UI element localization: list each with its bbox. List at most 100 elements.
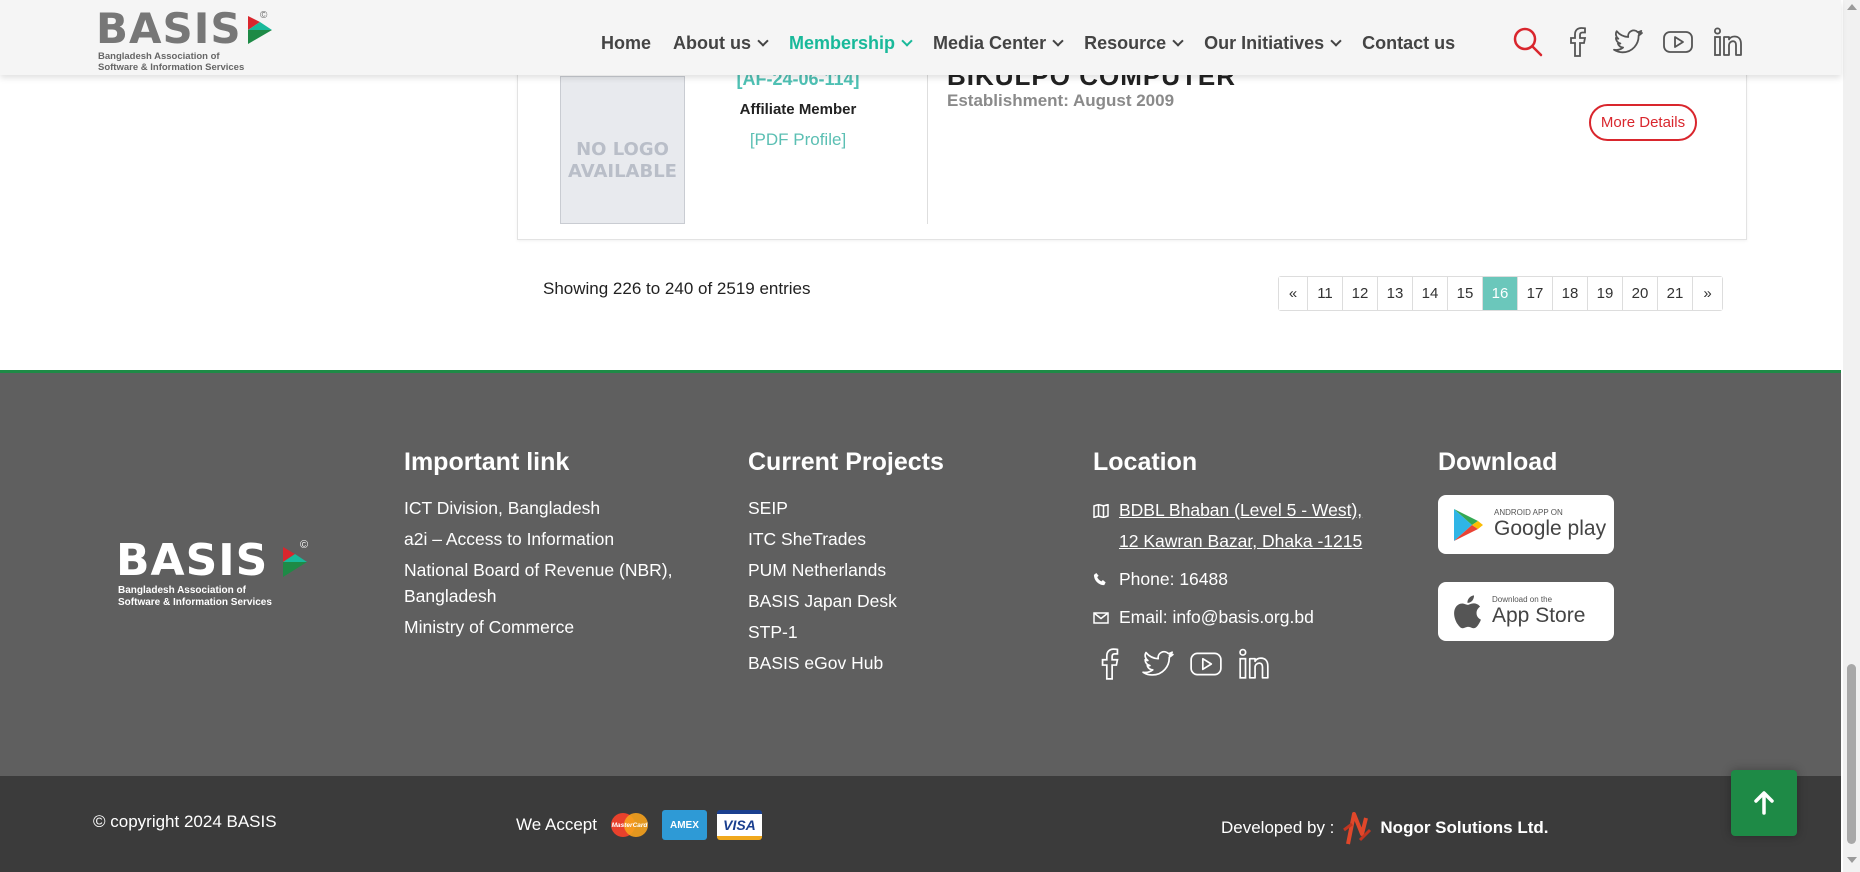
header-icons	[1512, 26, 1744, 58]
download-column: Download ANDROID APP ON Google play Down…	[1438, 448, 1658, 669]
site-footer: BASIS © Bangladesh Association of Softwa…	[0, 370, 1841, 776]
linkedin-icon[interactable]	[1237, 647, 1271, 681]
establishment-date: Establishment: August 2009	[947, 91, 1175, 110]
mastercard-icon: MasterCard	[607, 810, 652, 840]
apple-icon	[1454, 594, 1481, 628]
pagination-page[interactable]: 15	[1448, 277, 1483, 310]
pagination-next[interactable]: »	[1693, 277, 1722, 310]
we-accept-label: We Accept	[516, 815, 597, 834]
nav-label: Membership	[789, 33, 896, 53]
project-link[interactable]: ITC SheTrades	[748, 526, 1008, 552]
project-link[interactable]: SEIP	[748, 495, 1008, 521]
footer-link[interactable]: National Board of Revenue (NBR), Banglad…	[404, 557, 694, 609]
amex-icon: AMEX	[661, 810, 707, 840]
pagination-page[interactable]: 13	[1378, 277, 1413, 310]
email-text[interactable]: Email: info@basis.org.bd	[1119, 602, 1314, 633]
twitter-icon[interactable]	[1141, 647, 1175, 681]
pdf-profile-link[interactable]: [PDF Profile]	[698, 130, 898, 150]
chevron-down-icon	[1172, 35, 1184, 47]
chevron-down-icon	[757, 35, 769, 47]
logo-wordmark: BASIS	[96, 4, 242, 53]
nav-label: Media Center	[933, 33, 1047, 53]
twitter-icon[interactable]	[1612, 26, 1644, 58]
project-link[interactable]: BASIS eGov Hub	[748, 650, 1008, 676]
address-line1: BDBL Bhaban (Level 5 - West),	[1119, 500, 1363, 520]
google-play-icon	[1454, 508, 1483, 541]
footer-link[interactable]: Ministry of Commerce	[404, 614, 694, 640]
nogor-logo-icon	[1343, 812, 1372, 845]
member-type: Affiliate Member	[739, 101, 857, 118]
scroll-up-arrow-icon[interactable]	[1847, 4, 1857, 10]
nav-resource[interactable]: Resource	[1084, 33, 1184, 54]
pagination-page[interactable]: 18	[1553, 277, 1588, 310]
linkedin-icon[interactable]	[1712, 26, 1744, 58]
nav-our-initiatives[interactable]: Our Initiatives	[1204, 33, 1342, 54]
project-link[interactable]: STP-1	[748, 619, 1008, 645]
pagination-page[interactable]: 17	[1518, 277, 1553, 310]
important-links-column: Important link ICT Division, Bangladesh …	[404, 448, 694, 645]
pagination-page-current[interactable]: 16	[1483, 277, 1518, 310]
developer-name[interactable]: Nogor Solutions Ltd.	[1380, 818, 1548, 838]
mail-icon	[1093, 602, 1119, 633]
pagination-page[interactable]: 19	[1588, 277, 1623, 310]
address-row: BDBL Bhaban (Level 5 - West), 12 Kawran …	[1093, 495, 1403, 557]
footer-logo-wordmark: BASIS	[116, 535, 269, 586]
google-play-small: ANDROID APP ON	[1494, 508, 1563, 517]
nav-label: Contact us	[1362, 33, 1456, 53]
chevron-down-icon	[1052, 35, 1064, 47]
facebook-icon[interactable]	[1562, 26, 1594, 58]
pagination-prev[interactable]: «	[1279, 277, 1308, 310]
nav-membership[interactable]: Membership	[789, 33, 913, 54]
footer-logo-subtitle-2: Software & Information Services	[118, 597, 272, 608]
project-link[interactable]: BASIS Japan Desk	[748, 588, 1008, 614]
scroll-down-arrow-icon[interactable]	[1847, 857, 1857, 863]
phone-row: Phone: 16488	[1093, 564, 1403, 595]
more-details-button[interactable]: More Details	[1589, 104, 1697, 141]
footer-logo: BASIS © Bangladesh Association of Softwa…	[116, 539, 316, 609]
nav-label: About us	[673, 33, 752, 53]
address-link[interactable]: BDBL Bhaban (Level 5 - West), 12 Kawran …	[1119, 495, 1362, 557]
main-nav: Home About us Membership Media Center Re…	[601, 33, 1477, 54]
nav-about[interactable]: About us	[673, 33, 769, 54]
site-header: BASIS © Bangladesh Association of Softwa…	[0, 0, 1841, 75]
copyright-text: © copyright 2024 BASIS	[93, 812, 277, 831]
nav-home[interactable]: Home	[601, 33, 651, 54]
current-projects-title: Current Projects	[748, 448, 944, 476]
footer-link[interactable]: a2i – Access to Information	[404, 526, 694, 552]
chevron-down-icon	[901, 35, 913, 47]
footer-logo-copyright: ©	[300, 539, 309, 551]
pagination-page[interactable]: 11	[1308, 277, 1343, 310]
basis-logo[interactable]: BASIS © Bangladesh Association of Softwa…	[96, 4, 276, 73]
current-projects-column: Current Projects SEIP ITC SheTrades PUM …	[748, 448, 1008, 681]
footer-logo-subtitle: Bangladesh Association of Software & Inf…	[118, 585, 318, 609]
scrollbar-thumb[interactable]	[1847, 664, 1856, 844]
pagination-page[interactable]: 12	[1343, 277, 1378, 310]
facebook-icon[interactable]	[1093, 647, 1127, 681]
google-play-big: Google play	[1494, 517, 1607, 540]
nav-contact[interactable]: Contact us	[1362, 33, 1455, 54]
no-logo-line1: NO LOGO	[576, 139, 669, 160]
nav-media-center[interactable]: Media Center	[933, 33, 1064, 54]
nav-label: Our Initiatives	[1204, 33, 1325, 53]
developed-by: Developed by : Nogor Solutions Ltd.	[1221, 810, 1549, 846]
app-store-button[interactable]: Download on the App Store	[1438, 582, 1614, 641]
search-icon[interactable]	[1512, 26, 1544, 58]
google-play-button[interactable]: ANDROID APP ON Google play	[1438, 495, 1614, 554]
payment-methods: We Accept MasterCard AMEX VISA	[516, 810, 762, 840]
pagination-page[interactable]: 21	[1658, 277, 1693, 310]
pagination: « 11 12 13 14 15 16 17 18 19 20 21 »	[1278, 276, 1723, 311]
footer-link[interactable]: ICT Division, Bangladesh	[404, 495, 694, 521]
youtube-icon[interactable]	[1189, 647, 1223, 681]
page-scrollbar[interactable]	[1843, 0, 1860, 872]
no-logo-line2: AVAILABLE	[568, 161, 677, 182]
app-store-small: Download on the	[1492, 595, 1553, 604]
youtube-icon[interactable]	[1662, 26, 1694, 58]
project-link[interactable]: PUM Netherlands	[748, 557, 1008, 583]
chevron-down-icon	[1330, 35, 1342, 47]
phone-icon	[1093, 564, 1119, 595]
pagination-page[interactable]: 14	[1413, 277, 1448, 310]
pagination-page[interactable]: 20	[1623, 277, 1658, 310]
app-store-big: App Store	[1492, 604, 1586, 627]
scroll-to-top-button[interactable]	[1731, 770, 1797, 836]
arrow-up-icon	[1754, 791, 1774, 815]
